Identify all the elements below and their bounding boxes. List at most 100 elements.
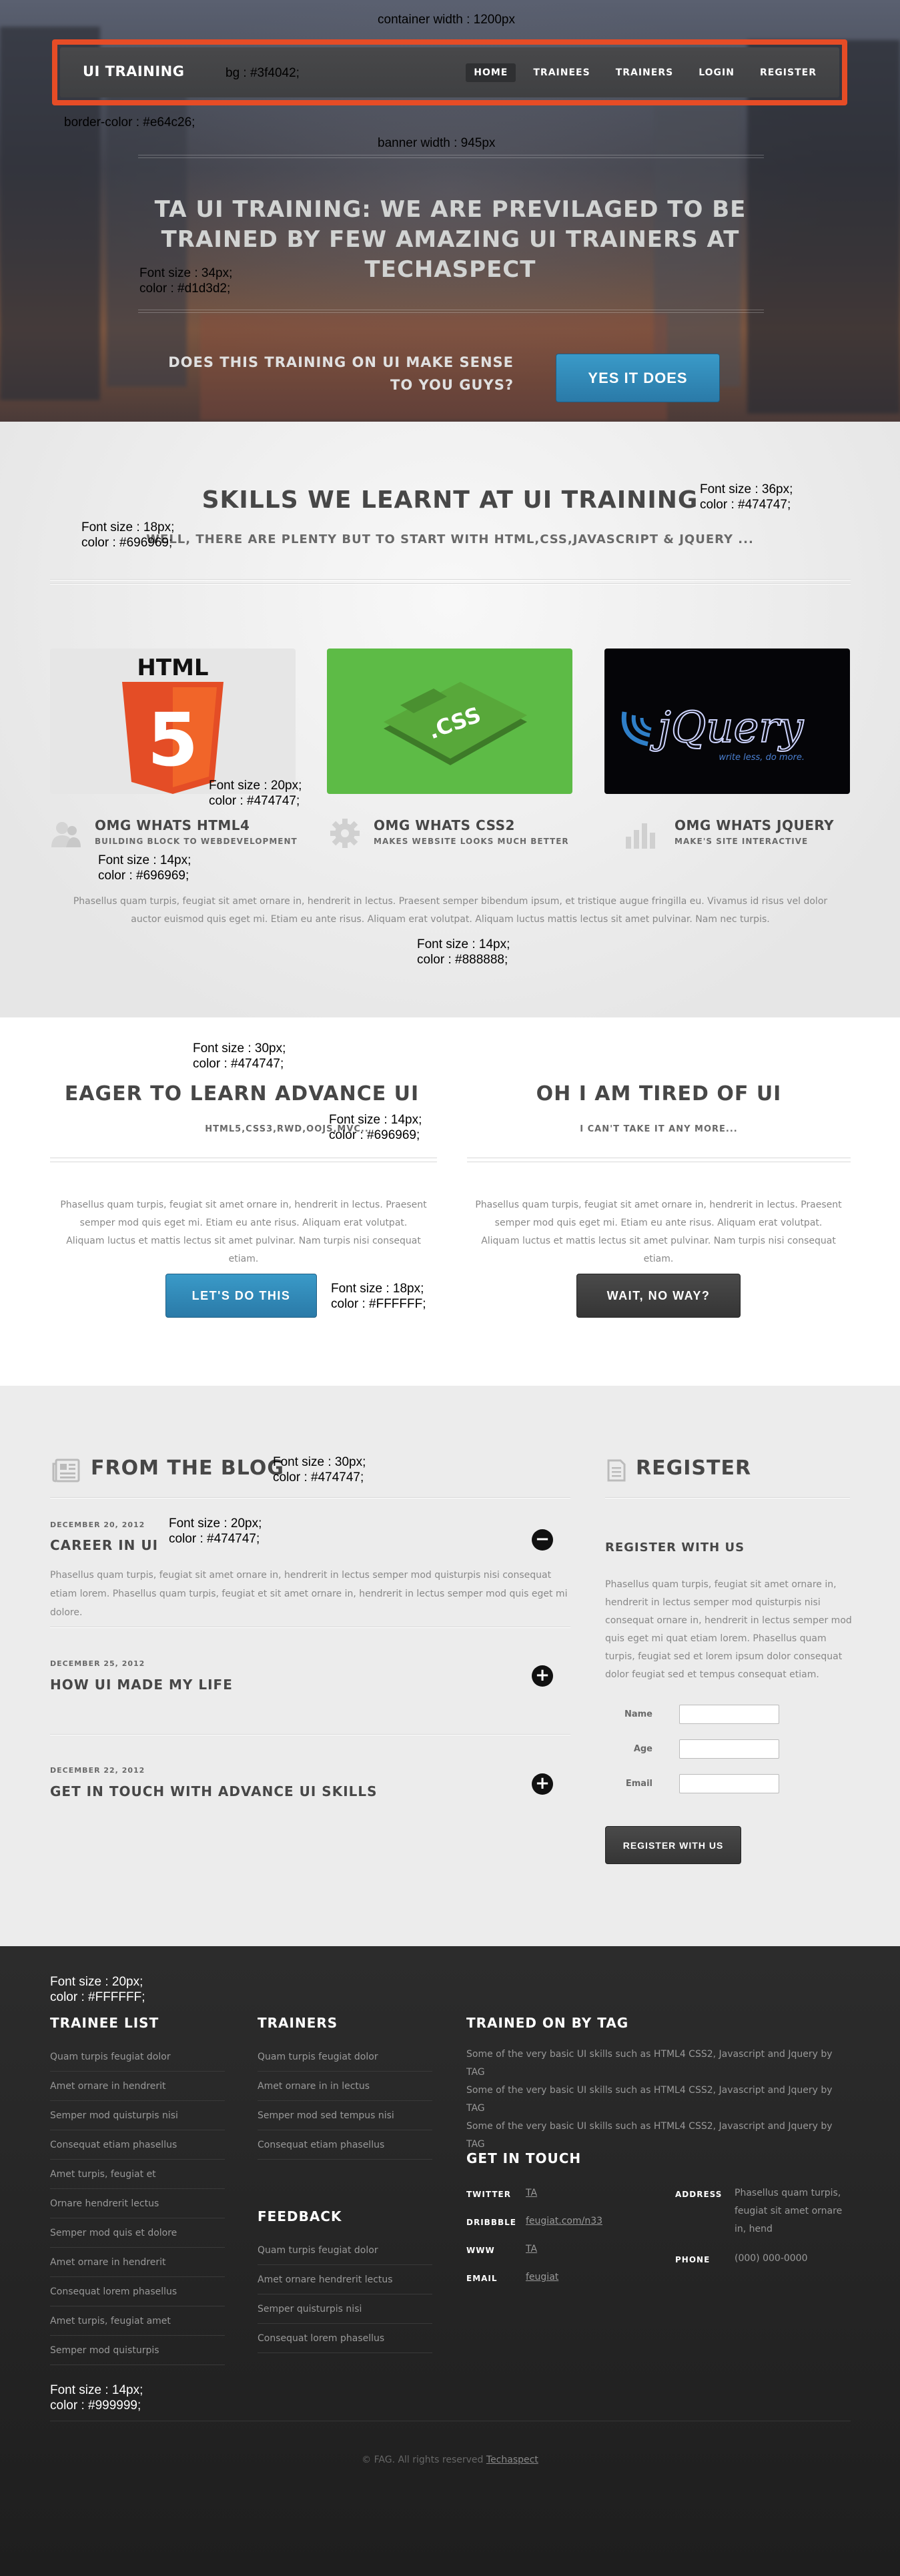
feature-subtitle-jquery: MAKE'S SITE INTERACTIVE xyxy=(674,837,809,846)
nav-register[interactable]: REGISTER xyxy=(752,63,825,82)
blog-title: FROM THE BLOG xyxy=(91,1456,284,1480)
phone-label: PHONE xyxy=(675,2255,711,2264)
annotation-feature-title-font: Font size : 20px; color : #474747; xyxy=(209,779,302,808)
age-field[interactable] xyxy=(679,1739,779,1759)
feature-subtitle-css: MAKES WEBSITE LOOKS MUCH BETTER xyxy=(374,837,569,846)
age-label: Age xyxy=(633,1744,652,1754)
footer-link[interactable]: Consequat etiam phasellus xyxy=(50,2130,225,2160)
annotation-footer-text-font: Font size : 14px; color : #999999; xyxy=(50,2383,143,2413)
feature-title-html: OMG WHATS HTML4 xyxy=(95,817,250,833)
column-divider xyxy=(467,1158,851,1159)
nav-login[interactable]: LOGIN xyxy=(691,63,743,82)
name-field[interactable] xyxy=(679,1705,779,1724)
twitter-label: TWITTER xyxy=(466,2190,511,2199)
annotation-post-title-font: Font size : 20px; color : #474747; xyxy=(169,1517,262,1546)
footer-link[interactable]: Semper mod sed tempus nisi xyxy=(258,2101,432,2130)
svg-text:write less, do more.: write less, do more. xyxy=(719,753,805,763)
post-title[interactable]: HOW UI MADE MY LIFE xyxy=(50,1677,233,1693)
footer-link[interactable]: Ornare hendrerit lectus xyxy=(50,2189,225,2218)
feature-title-css: OMG WHATS CSS2 xyxy=(374,817,515,833)
footer-link[interactable]: Consequat lorem phasellus xyxy=(50,2277,225,2306)
yes-it-does-button[interactable]: YES IT DOES xyxy=(556,354,720,402)
feature-title-jquery: OMG WHATS JQUERY xyxy=(674,817,835,833)
twitter-link[interactable]: TA xyxy=(526,2188,537,2198)
footer-link[interactable]: Amet ornare in in lectus xyxy=(258,2072,432,2101)
post-title[interactable]: GET IN TOUCH WITH ADVANCE UI SKILLS xyxy=(50,1783,378,1799)
footer-link[interactable]: Amet ornare in hendrerit xyxy=(50,2072,225,2101)
newspaper-icon xyxy=(52,1458,80,1485)
footer-link[interactable]: Amet turpis, feugiat et xyxy=(50,2160,225,2189)
annotation-skills-title-font: Font size : 36px; color : #474747; xyxy=(700,482,793,512)
nav-trainees[interactable]: TRAINEES xyxy=(525,63,598,82)
annotation-button-font: Font size : 18px; color : #FFFFFF; xyxy=(331,1282,426,1311)
footer-link[interactable]: Quam turpis feugiat dolor xyxy=(258,2042,432,2072)
post-date: DECEMBER 25, 2012 xyxy=(50,1659,145,1668)
post-date: DECEMBER 22, 2012 xyxy=(50,1766,145,1775)
gear-icon xyxy=(330,818,360,851)
post-date: DECEMBER 20, 2012 xyxy=(50,1521,145,1529)
blog-section: FROM THE BLOG DECEMBER 20, 2012 CAREER I… xyxy=(0,1386,900,1946)
dribbble-link[interactable]: feugiat.com/n33 xyxy=(526,2216,602,2226)
wait-no-way-button[interactable]: WAIT, NO WAY? xyxy=(576,1274,741,1318)
nav-trainers[interactable]: TRAINERS xyxy=(608,63,682,82)
nav-home[interactable]: HOME xyxy=(466,63,516,82)
register-paragraph: Phasellus quam turpis, feugiat sit amet … xyxy=(605,1579,852,1680)
brand-logo[interactable]: UI TRAINING xyxy=(83,63,184,79)
address-value: Phasellus quam turpis, feugiat sit amet … xyxy=(735,2188,843,2234)
post-divider xyxy=(50,1627,570,1628)
annotation-nav-bg: bg : #3f4042; xyxy=(226,66,300,80)
navbar: UI TRAINING HOME TRAINEES TRAINERS LOGIN… xyxy=(60,47,839,97)
footer-link[interactable]: Quam turpis feugiat dolor xyxy=(50,2042,225,2072)
html5-tile: HTML 5 xyxy=(50,649,296,794)
annotation-banner-width: banner width : 945px xyxy=(378,136,496,150)
lets-do-this-button[interactable]: LET'S DO THIS xyxy=(165,1274,317,1318)
email-label: EMAIL xyxy=(466,2274,498,2283)
footer-link[interactable]: Consequat etiam phasellus xyxy=(258,2130,432,2160)
css-tile: .CSS xyxy=(327,649,572,794)
html5-logo-icon: HTML 5 xyxy=(122,655,223,794)
copyright: © FAG. All rights reserved Techaspect xyxy=(362,2455,538,2465)
annotation-border-color: border-color : #e64c26; xyxy=(64,115,195,129)
footer-link[interactable]: Semper mod quis et dolore xyxy=(50,2218,225,2248)
post-divider xyxy=(50,1734,570,1735)
expand-icon[interactable]: + xyxy=(532,1665,553,1687)
banner-divider xyxy=(138,157,764,158)
feature-subtitle-html: BUILDING BLOCK TO WEBDEVELOPMENT xyxy=(95,837,298,846)
blog-divider xyxy=(50,1497,570,1498)
www-link[interactable]: TA xyxy=(526,2244,537,2254)
eager-right-paragraph: Phasellus quam turpis, feugiat sit amet … xyxy=(475,1200,842,1264)
register-with-us-button[interactable]: REGISTER WITH US xyxy=(605,1826,741,1864)
bar-chart-icon xyxy=(626,821,656,851)
eager-section: EAGER TO LEARN ADVANCE UI HTML5,CSS3,RWD… xyxy=(0,1017,900,1386)
footer-link[interactable]: Semper mod quisturpis xyxy=(50,2336,225,2365)
footer: TRAINEE LIST Quam turpis feugiat dolor A… xyxy=(0,1946,900,2576)
phone-value: (000) 000-0000 xyxy=(735,2253,808,2264)
footer-link[interactable]: Semper mod quisturpis nisi xyxy=(50,2101,225,2130)
eager-left-title: EAGER TO LEARN ADVANCE UI xyxy=(64,1082,420,1106)
footer-link[interactable]: Quam turpis feugiat dolor xyxy=(258,2236,432,2265)
email-field[interactable] xyxy=(679,1774,779,1793)
expand-icon[interactable]: + xyxy=(532,1773,553,1795)
eager-right-title: OH I AM TIRED OF UI xyxy=(536,1082,782,1106)
collapse-icon[interactable]: − xyxy=(532,1529,553,1551)
annotation-skills-sub-font: Font size : 18px; color : #696969; xyxy=(81,520,175,550)
jquery-tile: jQuery write less, do more. xyxy=(604,649,850,794)
svg-text:jQuery: jQuery xyxy=(650,703,804,753)
footer-link[interactable]: Semper quisturpis nisi xyxy=(258,2294,432,2324)
eager-right-subtitle: I CAN'T TAKE IT ANY MORE... xyxy=(580,1124,738,1134)
footer-link[interactable]: Consequat lorem phasellus xyxy=(258,2324,432,2353)
post-title[interactable]: CAREER IN UI xyxy=(50,1537,158,1553)
footer-link[interactable]: Amet ornare hendrerit lectus xyxy=(258,2265,432,2294)
footer-link[interactable]: Amet turpis, feugiat amet xyxy=(50,2306,225,2336)
email-link[interactable]: feugiat xyxy=(526,2272,558,2282)
feedback-list: Quam turpis feugiat dolor Amet ornare he… xyxy=(258,2236,432,2353)
footer-link[interactable]: Amet ornare in hendrerit xyxy=(50,2248,225,2277)
section-divider xyxy=(50,579,851,580)
trainers-list: Quam turpis feugiat dolor Amet ornare in… xyxy=(258,2042,432,2160)
tag-text: Some of the very basic UI skills such as… xyxy=(466,2049,833,2150)
techaspect-link[interactable]: Techaspect xyxy=(486,2455,538,2465)
register-divider xyxy=(605,1497,850,1498)
skills-paragraph: Phasellus quam turpis, feugiat sit amet … xyxy=(73,896,828,925)
users-icon xyxy=(50,819,81,851)
hero-title: TA UI TRAINING: WE ARE PREVILAGED TO BE … xyxy=(154,196,747,283)
